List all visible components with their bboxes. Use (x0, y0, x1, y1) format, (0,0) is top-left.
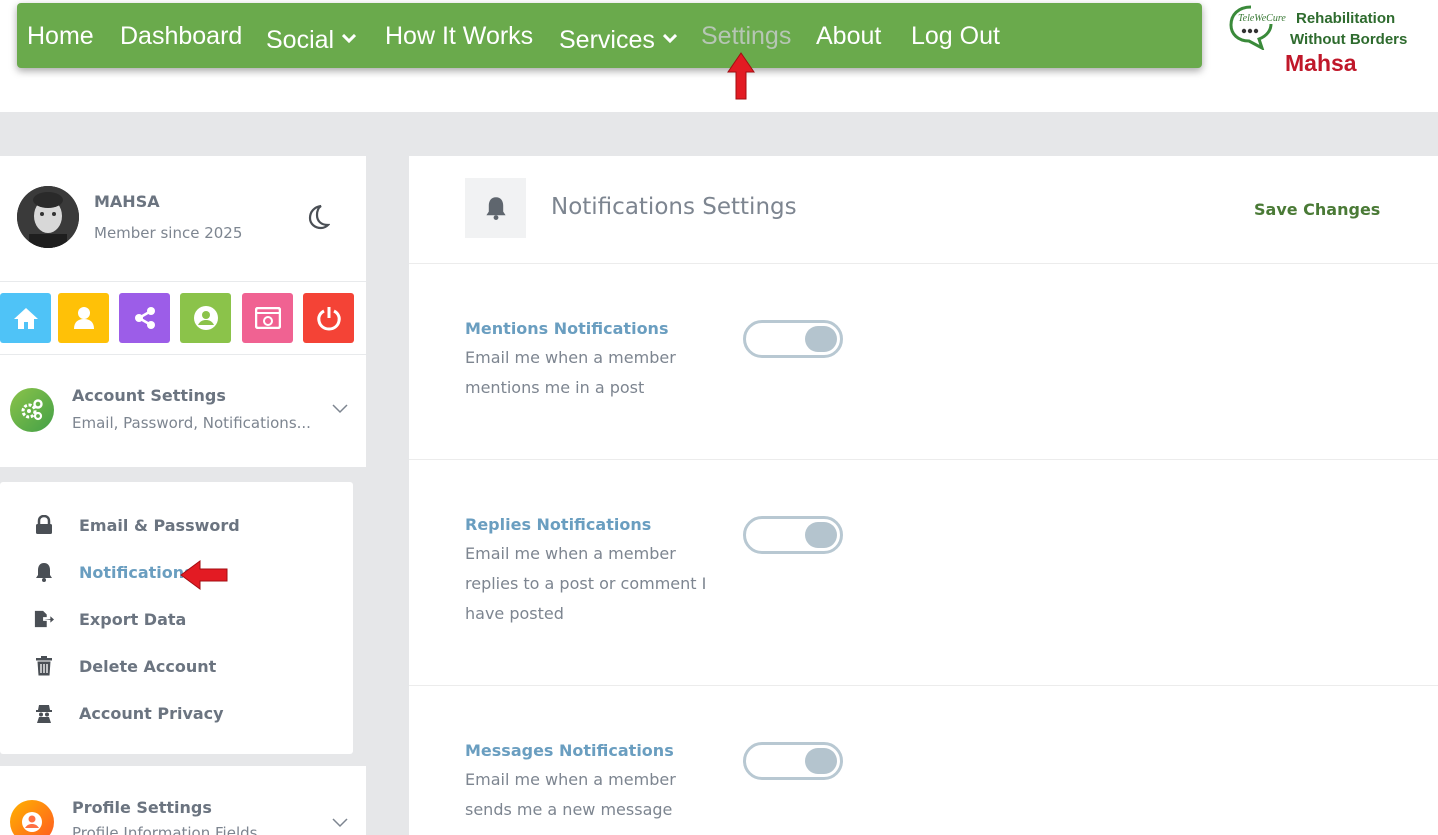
account-settings-title[interactable]: Account Settings (72, 386, 226, 405)
share-icon (134, 307, 155, 329)
setting-description: Email me when a member mentions me in a … (465, 348, 676, 397)
setting-description: Email me when a member replies to a post… (465, 544, 707, 623)
divider (409, 263, 1438, 264)
privacy-icon (34, 703, 54, 723)
nav-about[interactable]: About (816, 3, 881, 68)
export-icon (34, 609, 54, 629)
submenu-label: Export Data (79, 610, 187, 629)
panel-header-icon (465, 178, 526, 238)
chevron-down-icon (662, 3, 677, 70)
toggle-knob (805, 522, 837, 548)
sidebar-profile-settings-card: Profile Settings Profile Information Fie… (0, 766, 366, 835)
nav-home[interactable]: Home (27, 3, 94, 68)
nav-log-out[interactable]: Log Out (911, 3, 1000, 68)
panel-title: Notifications Settings (551, 194, 797, 220)
profile-name: MAHSA (94, 192, 160, 211)
quick-link-profile[interactable] (58, 293, 109, 343)
logo-line1: Rehabilitation (1296, 10, 1396, 27)
quick-link-account[interactable] (180, 293, 231, 343)
setting-description: Email me when a member sends me a new me… (465, 770, 676, 819)
home-icon (13, 308, 38, 329)
gears-icon (21, 399, 43, 421)
divider (0, 354, 366, 355)
profile-settings-title[interactable]: Profile Settings (72, 798, 212, 817)
submenu-label: Account Privacy (79, 704, 224, 723)
replies-toggle[interactable] (743, 516, 843, 554)
nav-services-label: Services (559, 26, 655, 54)
moon-icon[interactable] (306, 204, 330, 230)
quick-link-share[interactable] (119, 293, 170, 343)
profile-settings-subtitle: Profile Information Fields (72, 824, 258, 835)
submenu-account-privacy[interactable]: Account Privacy (0, 695, 353, 731)
setting-title: Mentions Notifications (465, 319, 669, 338)
toggle-knob (805, 326, 837, 352)
logged-in-username: Mahsa (1285, 50, 1357, 76)
chevron-down-icon (342, 3, 357, 70)
user-icon (73, 307, 94, 329)
divider (409, 459, 1438, 460)
submenu-label: Email & Password (79, 516, 240, 535)
submenu-label: Delete Account (79, 657, 217, 676)
divider (409, 685, 1438, 686)
toggle-knob (805, 748, 837, 774)
quick-link-media[interactable] (242, 293, 293, 343)
user-circle-icon (22, 812, 42, 832)
site-logo[interactable]: TeleWeCure Rehabilitation Without Border… (1228, 4, 1428, 52)
setting-title: Replies Notifications (465, 515, 652, 534)
quick-link-logout[interactable] (303, 293, 354, 343)
nav-how-it-works[interactable]: How It Works (385, 3, 533, 68)
bell-icon (485, 197, 506, 220)
sidebar-profile-card: MAHSA Member since 2025 Account Settings… (0, 156, 366, 467)
logo-line2: Without Borders (1290, 31, 1408, 48)
avatar[interactable] (17, 186, 79, 248)
nav-social-label: Social (266, 26, 335, 54)
bell-icon (34, 562, 54, 582)
notifications-panel: Notifications Settings Save Changes Ment… (409, 156, 1438, 835)
submenu-email-password[interactable]: Email & Password (0, 507, 353, 543)
submenu-notifications[interactable]: Notifications (0, 554, 353, 590)
chevron-down-icon[interactable] (332, 404, 348, 414)
submenu-delete-account[interactable]: Delete Account (0, 648, 353, 684)
setting-title: Messages Notifications (465, 741, 674, 760)
chat-bubble-icon (1229, 5, 1273, 50)
account-submenu: Email & Password Notifications Export Da… (0, 482, 353, 754)
submenu-label: Notifications (79, 563, 194, 582)
annotation-arrow-left (180, 560, 228, 590)
account-settings-icon (10, 388, 54, 432)
main-navbar: Home Dashboard Social How It Works Servi… (17, 3, 1202, 68)
submenu-export-data[interactable]: Export Data (0, 601, 353, 637)
logo-brand-small: TeleWeCure (1238, 13, 1286, 24)
nav-social[interactable]: Social (266, 3, 357, 70)
power-icon (316, 307, 341, 331)
account-settings-subtitle: Email, Password, Notifications... (72, 414, 311, 432)
divider (0, 281, 366, 282)
messages-toggle[interactable] (743, 742, 843, 780)
trash-icon (34, 656, 54, 676)
nav-dashboard[interactable]: Dashboard (120, 3, 242, 68)
quick-link-home[interactable] (0, 293, 51, 343)
media-icon (254, 307, 281, 329)
mentions-toggle[interactable] (743, 320, 843, 358)
annotation-arrow-up (727, 52, 755, 100)
nav-services[interactable]: Services (559, 3, 677, 68)
member-since: Member since 2025 (94, 224, 243, 242)
chevron-down-icon[interactable] (332, 818, 348, 828)
lock-icon (34, 515, 54, 535)
profile-settings-icon (10, 800, 54, 835)
account-circle-icon (193, 306, 218, 330)
save-changes-button[interactable]: Save Changes (1254, 200, 1380, 219)
top-header: Home Dashboard Social How It Works Servi… (0, 0, 1438, 112)
